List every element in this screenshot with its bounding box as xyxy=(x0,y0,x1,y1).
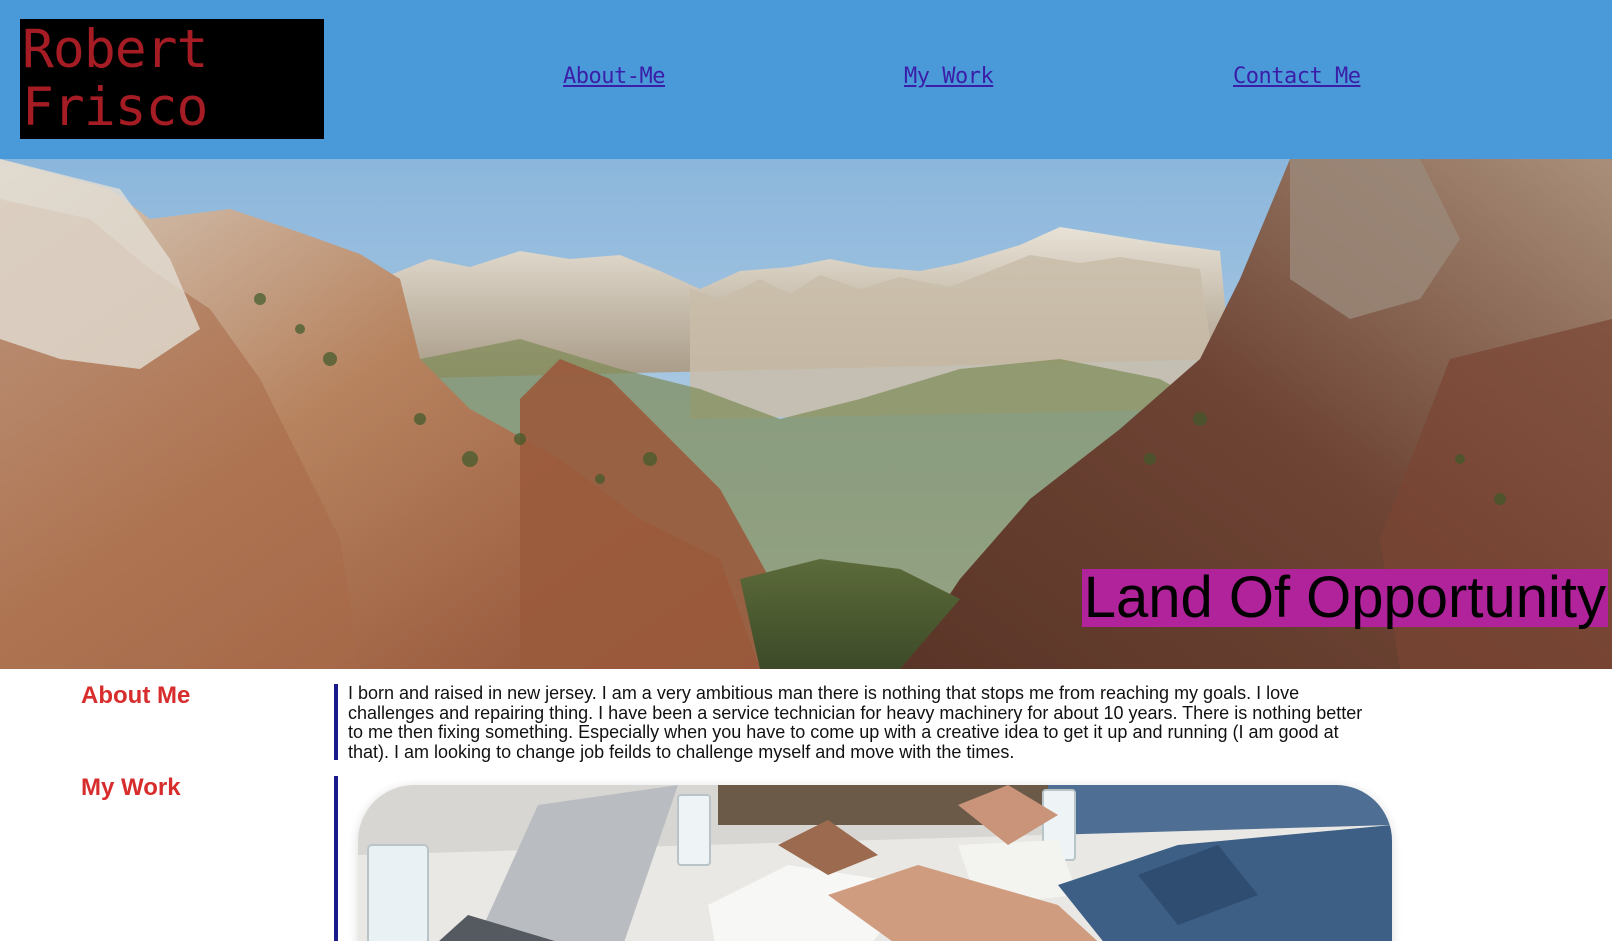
site-header: Robert Frisco About-Me My Work Contact M… xyxy=(0,0,1612,159)
logo-first-name: Robert xyxy=(22,19,208,80)
site-logo[interactable]: Robert Frisco xyxy=(20,19,324,139)
nav-link-my-work[interactable]: My Work xyxy=(904,64,994,89)
logo-last-name: Frisco xyxy=(22,77,208,138)
page: Robert Frisco About-Me My Work Contact M… xyxy=(0,0,1618,941)
about-me-text: I born and raised in new jersey. I am a … xyxy=(348,683,1363,762)
about-me-heading: About Me xyxy=(81,682,191,709)
my-work-section xyxy=(334,776,1398,941)
team-meeting-image[interactable] xyxy=(358,785,1392,941)
meeting-photo-illustration xyxy=(358,785,1392,941)
about-me-section: I born and raised in new jersey. I am a … xyxy=(334,683,1388,762)
my-work-heading: My Work xyxy=(81,774,181,801)
hero-tagline: Land Of Opportunity xyxy=(1081,565,1608,630)
hero-banner: Land Of Opportunity xyxy=(0,159,1612,669)
nav-link-contact-me[interactable]: Contact Me xyxy=(1233,64,1361,89)
nav-link-about-me[interactable]: About-Me xyxy=(563,64,665,89)
